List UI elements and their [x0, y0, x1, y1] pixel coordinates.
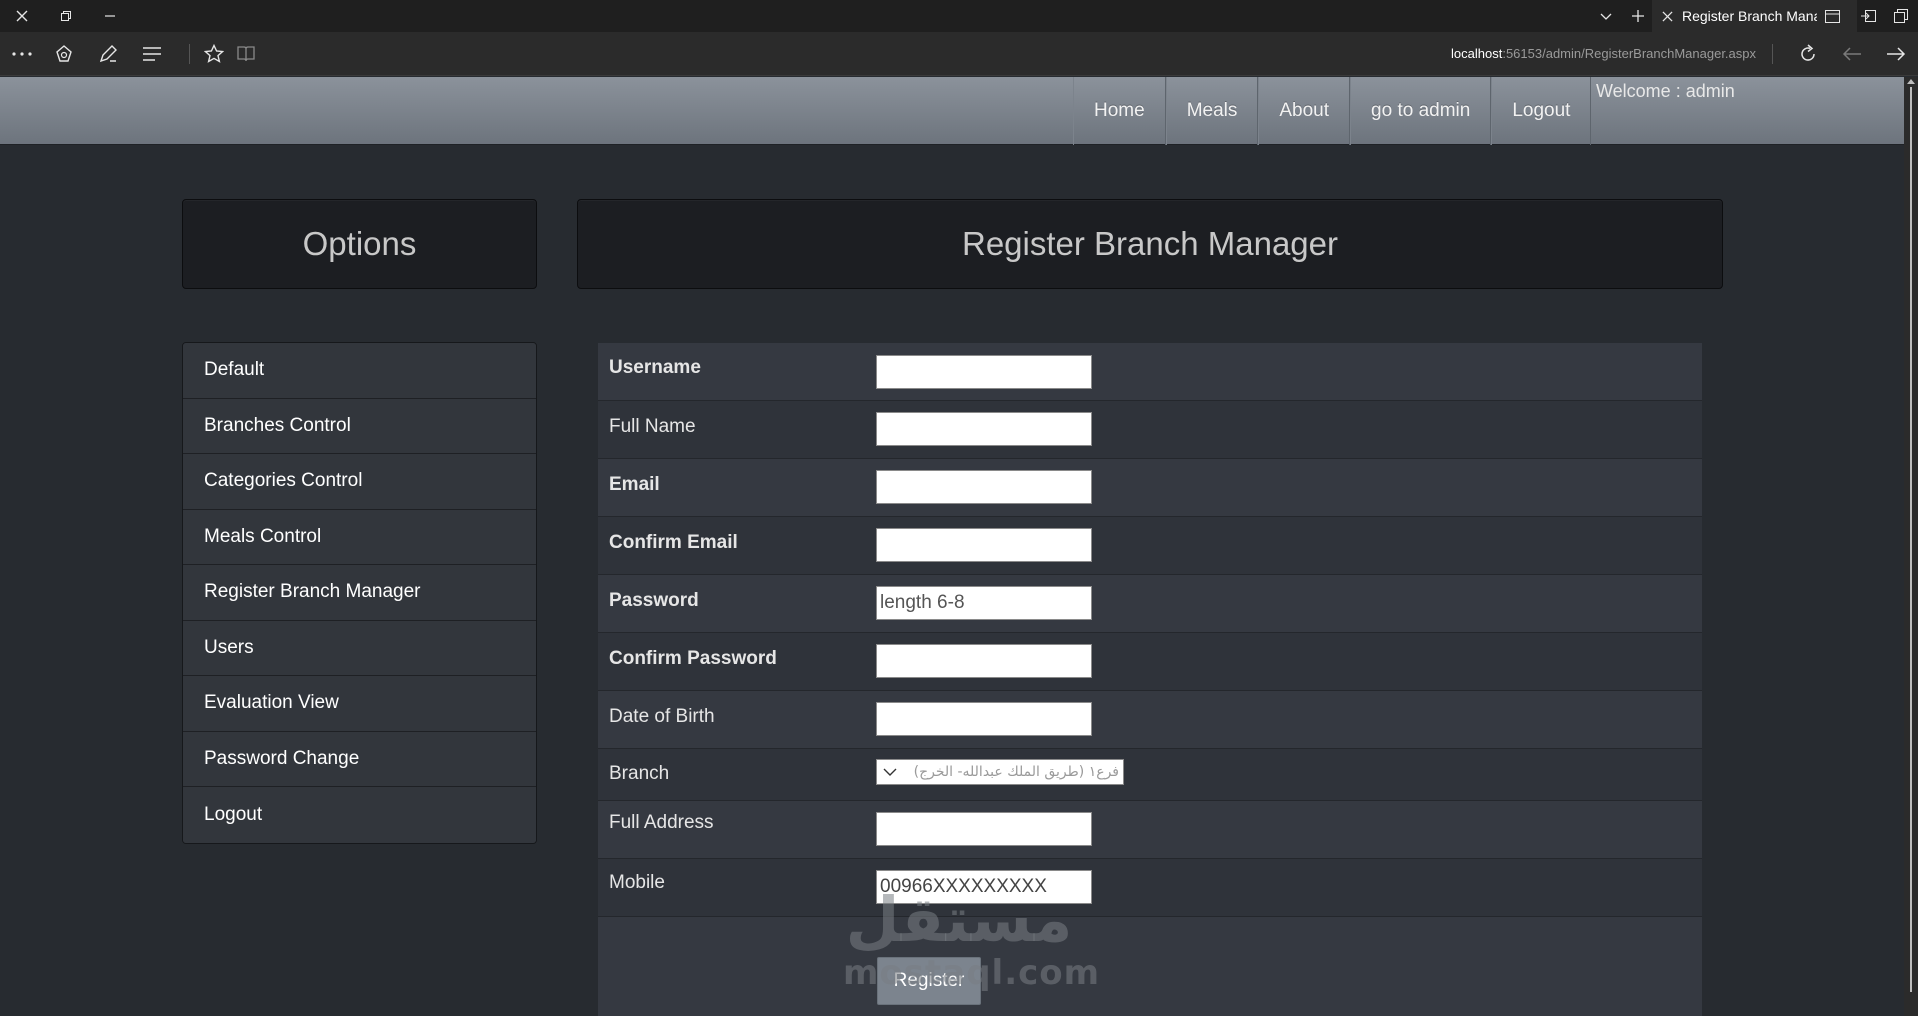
date-of-birth-label: Date of Birth	[609, 706, 715, 727]
form-row-submit	[598, 917, 1702, 1016]
full-name-label: Full Name	[609, 416, 696, 437]
vertical-scrollbar[interactable]	[1904, 77, 1918, 1016]
chevron-down-icon[interactable]	[1588, 0, 1624, 32]
confirm-email-label: Confirm Email	[609, 532, 738, 553]
tab-preview-icon[interactable]	[1817, 9, 1847, 23]
mobile-input[interactable]	[876, 870, 1092, 904]
form-row-username: Username	[598, 343, 1702, 401]
address-bar[interactable]: localhost:56153/admin/RegisterBranchMana…	[1451, 32, 1756, 76]
sidebar-item-evaluation-view[interactable]: Evaluation View	[183, 676, 536, 732]
sidebar-item-branches-control[interactable]: Branches Control	[183, 398, 536, 454]
address-host: localhost	[1451, 46, 1503, 61]
nav-about[interactable]: About	[1258, 77, 1351, 145]
pen-icon[interactable]	[86, 32, 130, 76]
form-row-full-name: Full Name	[598, 401, 1702, 459]
full-address-label: Full Address	[609, 812, 714, 833]
share-icon[interactable]	[42, 32, 86, 76]
address-path: :56153/admin/RegisterBranchManager.aspx	[1502, 46, 1756, 61]
browser-toolbar: localhost:56153/admin/RegisterBranchMana…	[0, 32, 1918, 76]
sidebar-item-default[interactable]: Default	[183, 343, 536, 399]
nav-go-to-admin[interactable]: go to admin	[1350, 77, 1492, 145]
confirm-password-label: Confirm Password	[609, 648, 777, 669]
username-input[interactable]	[876, 355, 1092, 389]
form-row-password: Password	[598, 575, 1702, 633]
username-label: Username	[609, 357, 701, 378]
more-options-icon[interactable]	[0, 32, 44, 76]
set-tabs-aside-icon[interactable]	[1852, 0, 1884, 32]
nav-menu: Home Meals About go to admin Logout	[1073, 77, 1592, 145]
mobile-label: Mobile	[609, 872, 665, 893]
register-button[interactable]: Register	[877, 957, 981, 1005]
scroll-thumb[interactable]	[1910, 87, 1912, 992]
sidebar-item-users[interactable]: Users	[183, 620, 536, 676]
scroll-up-arrow-icon[interactable]	[1907, 79, 1915, 84]
branch-select[interactable]: فرع١ (طريق الملك عبدالله- الخرج)	[876, 759, 1124, 785]
email-label: Email	[609, 474, 660, 495]
sidebar-item-password-change[interactable]: Password Change	[183, 731, 536, 787]
back-arrow-icon[interactable]	[1830, 32, 1874, 76]
confirm-email-input[interactable]	[876, 528, 1092, 562]
branch-label: Branch	[609, 763, 670, 784]
tabs-overview-icon[interactable]	[1884, 0, 1918, 32]
form-row-branch: Branch فرع١ (طريق الملك عبدالله- الخرج)	[598, 749, 1702, 801]
refresh-icon[interactable]	[1786, 32, 1830, 76]
new-tab-icon[interactable]	[1620, 0, 1656, 32]
welcome-text: Welcome : admin	[1596, 81, 1735, 101]
nav-logout[interactable]: Logout	[1491, 77, 1592, 145]
sidebar-item-register-branch-manager[interactable]: Register Branch Manager	[183, 565, 536, 621]
active-tab[interactable]: Register Branch Manager	[1652, 0, 1857, 32]
tab-title: Register Branch Manager	[1682, 8, 1817, 24]
form-row-mobile: Mobile	[598, 859, 1702, 917]
register-form: Username Full Name Email Confirm Email P…	[598, 343, 1702, 1016]
options-panel-title: Options	[182, 199, 537, 289]
date-of-birth-input[interactable]	[876, 702, 1092, 736]
site-navbar: Home Meals About go to admin Logout Welc…	[0, 77, 1904, 145]
reading-view-icon[interactable]	[224, 32, 268, 76]
full-name-input[interactable]	[876, 412, 1092, 446]
form-row-email: Email	[598, 459, 1702, 517]
full-address-input[interactable]	[876, 812, 1092, 846]
page-title: Register Branch Manager	[577, 199, 1723, 289]
form-row-full-address: Full Address	[598, 801, 1702, 859]
browser-titlebar: Register Branch Manager	[0, 0, 1918, 32]
minimize-window-icon[interactable]	[88, 0, 132, 32]
close-tab-icon[interactable]	[1652, 10, 1682, 22]
branch-select-value: فرع١ (طريق الملك عبدالله- الخرج)	[913, 764, 1119, 780]
restore-window-icon[interactable]	[44, 0, 88, 32]
options-sidebar: Default Branches Control Categories Cont…	[182, 342, 537, 844]
sidebar-item-meals-control[interactable]: Meals Control	[183, 509, 536, 565]
email-input[interactable]	[876, 470, 1092, 504]
confirm-password-input[interactable]	[876, 644, 1092, 678]
nav-meals[interactable]: Meals	[1165, 77, 1259, 145]
sidebar-item-categories-control[interactable]: Categories Control	[183, 454, 536, 510]
form-row-confirm-email: Confirm Email	[598, 517, 1702, 575]
password-label: Password	[609, 590, 699, 611]
sidebar-item-logout[interactable]: Logout	[183, 787, 536, 843]
form-row-confirm-password: Confirm Password	[598, 633, 1702, 691]
nav-home[interactable]: Home	[1073, 77, 1166, 145]
forward-arrow-icon[interactable]	[1874, 32, 1918, 76]
chevron-down-icon	[883, 765, 897, 783]
hub-icon[interactable]	[130, 32, 174, 76]
close-window-icon[interactable]	[0, 0, 44, 32]
form-row-date-of-birth: Date of Birth	[598, 691, 1702, 749]
password-input[interactable]	[876, 586, 1092, 620]
